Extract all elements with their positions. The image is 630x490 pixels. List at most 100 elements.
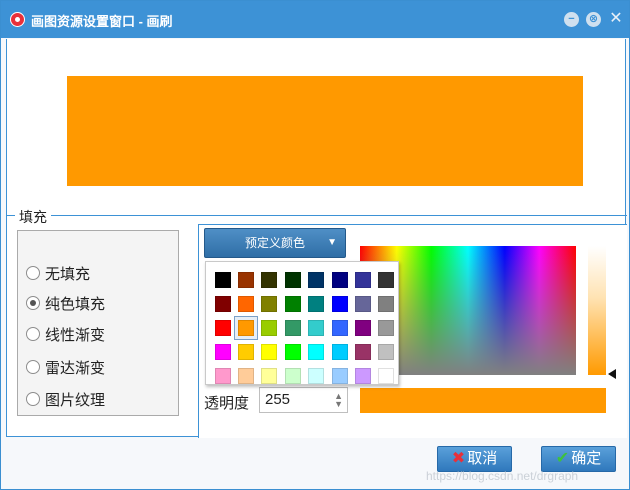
swatch-color bbox=[261, 272, 278, 288]
swatch-color bbox=[238, 296, 255, 312]
color-swatch[interactable] bbox=[211, 316, 234, 340]
radio-image-texture[interactable]: 图片纹理 bbox=[26, 389, 105, 409]
radio-circle[interactable] bbox=[26, 392, 40, 406]
swatch-color bbox=[261, 320, 278, 336]
color-swatch[interactable] bbox=[328, 340, 351, 364]
color-swatch[interactable] bbox=[258, 292, 281, 316]
close-icon[interactable]: ✕ bbox=[608, 10, 624, 28]
swatch-color bbox=[354, 320, 371, 336]
luminance-marker-icon[interactable] bbox=[608, 369, 616, 379]
swatch-color bbox=[261, 344, 278, 360]
swatch-color bbox=[261, 296, 278, 312]
color-swatch[interactable] bbox=[234, 340, 257, 364]
radio-no-fill[interactable]: 无填充 bbox=[26, 263, 90, 283]
color-swatch[interactable] bbox=[211, 364, 234, 388]
swatch-color bbox=[308, 272, 325, 288]
color-swatch[interactable] bbox=[351, 340, 374, 364]
radio-circle[interactable] bbox=[26, 360, 40, 374]
color-swatch[interactable] bbox=[375, 364, 398, 388]
swatch-color bbox=[214, 368, 231, 384]
swatch-color bbox=[284, 368, 301, 384]
swatch-color bbox=[308, 344, 325, 360]
color-swatch[interactable] bbox=[258, 316, 281, 340]
current-color-swatch bbox=[360, 388, 606, 413]
title-bar[interactable]: 画图资源设置窗口 - 画刷 − ⊗ ✕ bbox=[1, 1, 629, 38]
color-swatch[interactable] bbox=[258, 268, 281, 292]
swatch-color bbox=[331, 272, 348, 288]
swatch-color bbox=[214, 296, 231, 312]
color-swatch[interactable] bbox=[281, 268, 304, 292]
color-swatch[interactable] bbox=[351, 268, 374, 292]
color-swatch[interactable] bbox=[305, 316, 328, 340]
color-swatch[interactable] bbox=[211, 292, 234, 316]
radio-label: 纯色填充 bbox=[45, 295, 106, 313]
swatch-color bbox=[284, 296, 301, 312]
radio-linear-gradient[interactable]: 线性渐变 bbox=[26, 324, 105, 344]
watermark: https://blog.csdn.net/drgraph bbox=[426, 469, 579, 483]
radio-label: 图片纹理 bbox=[45, 391, 106, 409]
swatch-color bbox=[354, 344, 371, 360]
color-swatch[interactable] bbox=[234, 316, 258, 340]
swatch-color bbox=[308, 368, 325, 384]
color-swatch[interactable] bbox=[375, 316, 398, 340]
color-swatch[interactable] bbox=[305, 340, 328, 364]
cancel-label: 取消 bbox=[467, 450, 498, 467]
color-swatch[interactable] bbox=[305, 364, 328, 388]
color-swatch[interactable] bbox=[211, 268, 234, 292]
swatch-color bbox=[378, 344, 395, 360]
color-swatch[interactable] bbox=[305, 292, 328, 316]
radio-circle[interactable] bbox=[26, 327, 40, 341]
color-swatch[interactable] bbox=[234, 268, 257, 292]
swatch-color bbox=[261, 368, 278, 384]
color-swatch[interactable] bbox=[258, 340, 281, 364]
check-icon: ✔ bbox=[555, 450, 570, 467]
swatch-color bbox=[284, 320, 301, 336]
app-icon bbox=[10, 12, 25, 27]
palette-row bbox=[211, 340, 398, 364]
radio-circle[interactable] bbox=[26, 266, 40, 280]
alpha-input[interactable]: 255 ▲ ▼ bbox=[259, 387, 348, 413]
swatch-color bbox=[238, 320, 255, 336]
swatch-color bbox=[238, 272, 255, 288]
color-swatch[interactable] bbox=[258, 364, 281, 388]
color-swatch[interactable] bbox=[351, 292, 374, 316]
color-swatch[interactable] bbox=[375, 340, 398, 364]
color-swatch[interactable] bbox=[351, 316, 374, 340]
preset-colors-label: 预定义颜色 bbox=[244, 236, 305, 250]
color-swatch[interactable] bbox=[328, 316, 351, 340]
color-swatch[interactable] bbox=[328, 364, 351, 388]
spinner-icon[interactable]: ▲ ▼ bbox=[334, 392, 343, 409]
color-swatch[interactable] bbox=[375, 268, 398, 292]
color-swatch[interactable] bbox=[234, 364, 257, 388]
restore-icon[interactable]: ⊗ bbox=[586, 12, 601, 27]
color-swatch[interactable] bbox=[351, 364, 374, 388]
color-swatch[interactable] bbox=[281, 340, 304, 364]
luminance-slider[interactable] bbox=[588, 246, 606, 375]
color-swatch[interactable] bbox=[234, 292, 257, 316]
minimize-icon[interactable]: − bbox=[564, 12, 579, 27]
swatch-color bbox=[331, 320, 348, 336]
swatch-color bbox=[331, 368, 348, 384]
color-swatch[interactable] bbox=[281, 316, 304, 340]
swatch-color bbox=[354, 272, 371, 288]
palette-row bbox=[211, 268, 398, 292]
swatch-color bbox=[238, 368, 255, 384]
preset-colors-button[interactable]: 预定义颜色 ▼ bbox=[204, 228, 346, 258]
swatch-color bbox=[378, 368, 395, 384]
color-swatch[interactable] bbox=[211, 340, 234, 364]
color-swatch[interactable] bbox=[281, 292, 304, 316]
color-swatch[interactable] bbox=[305, 268, 328, 292]
radio-label: 雷达渐变 bbox=[45, 359, 106, 377]
radio-solid-fill[interactable]: 纯色填充 bbox=[26, 293, 105, 313]
color-swatch[interactable] bbox=[328, 292, 351, 316]
radio-radial-gradient[interactable]: 雷达渐变 bbox=[26, 357, 105, 377]
swatch-color bbox=[354, 296, 371, 312]
palette-row bbox=[211, 292, 398, 316]
color-swatch[interactable] bbox=[375, 292, 398, 316]
color-swatch[interactable] bbox=[281, 364, 304, 388]
window-title: 画图资源设置窗口 - 画刷 bbox=[31, 14, 173, 29]
color-swatch[interactable] bbox=[328, 268, 351, 292]
swatch-color bbox=[378, 320, 395, 336]
radio-circle[interactable] bbox=[26, 296, 40, 310]
swatch-color bbox=[378, 272, 395, 288]
